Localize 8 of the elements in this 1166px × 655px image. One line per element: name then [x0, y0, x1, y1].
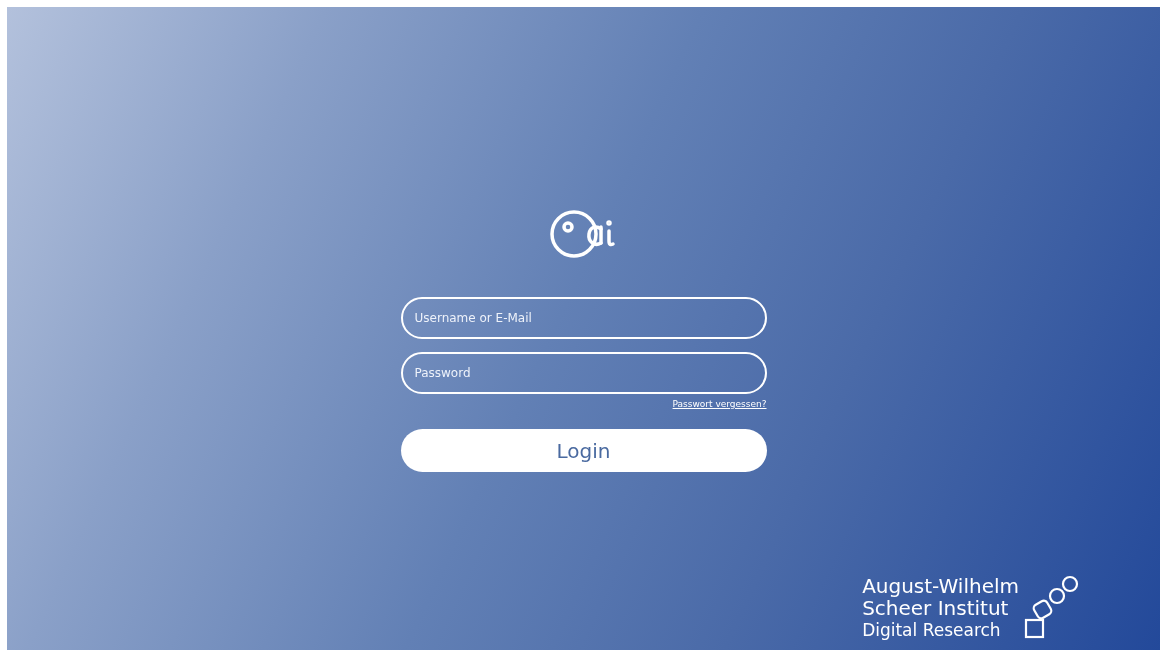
institute-name: Digital Research	[862, 619, 1002, 641]
forgot-password-link[interactable]: Passwort vergessen?	[672, 399, 767, 409]
institute-name: August-Wilhelm	[862, 575, 1019, 597]
username-field[interactable]: Username or E-Mail	[400, 297, 767, 339]
squares-circles-icon	[1023, 575, 1079, 641]
password-field[interactable]: Password	[400, 352, 767, 394]
login-button[interactable]: Login	[400, 429, 767, 472]
institute-name: Scheer Institut	[862, 597, 1009, 619]
